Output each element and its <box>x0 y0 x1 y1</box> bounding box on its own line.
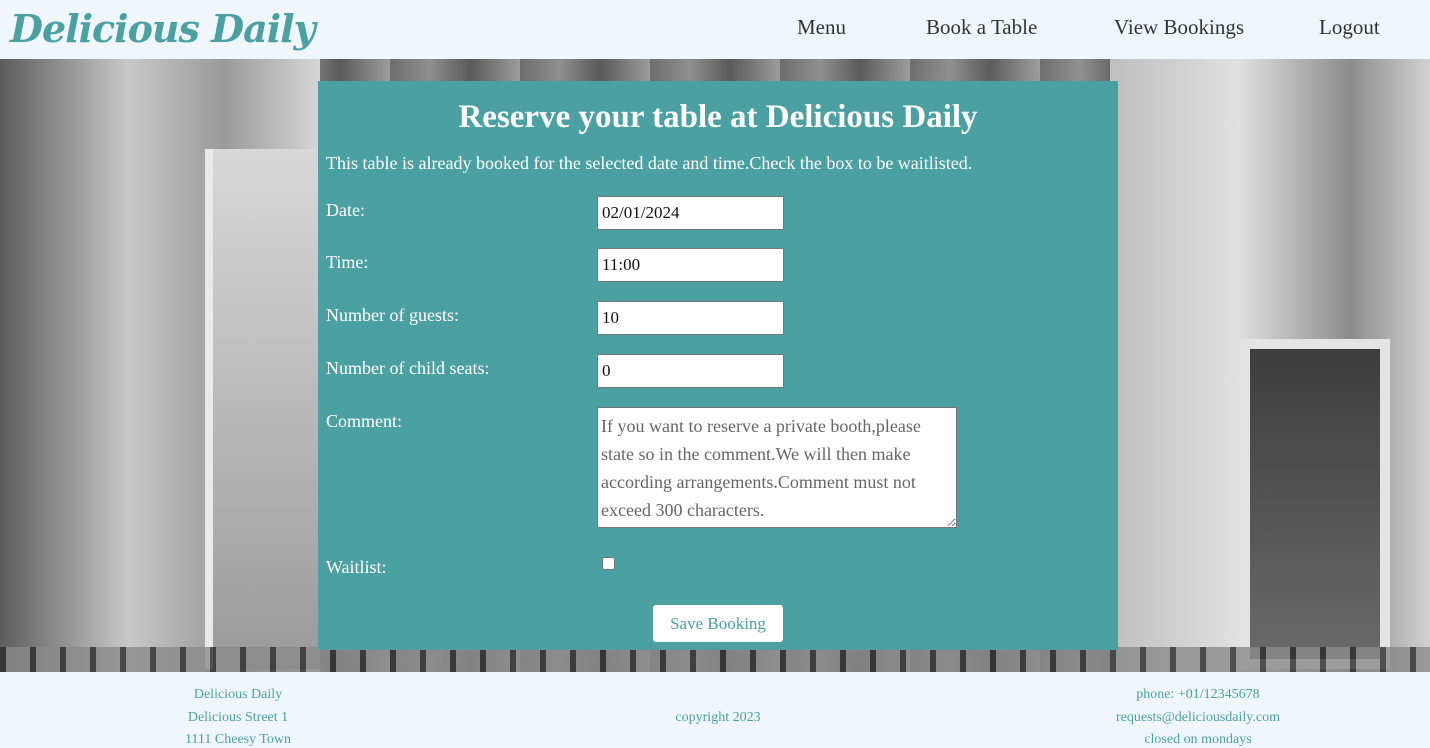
footer-address-name: Delicious Daily <box>193 687 283 702</box>
footer-phone: phone: +01/12345678 <box>1136 687 1260 702</box>
date-label: Date: <box>326 200 365 220</box>
footer-contact: phone: +01/12345678 requests@deliciousda… <box>1078 684 1318 748</box>
waitlist-checkbox[interactable] <box>602 557 615 570</box>
time-label: Time: <box>326 252 369 272</box>
site-footer: Delicious Daily Delicious Street 1 1111 … <box>0 672 1430 748</box>
main-nav: Menu Book a Table View Bookings Logout <box>0 15 1430 45</box>
footer-copyright: copyright 2023 <box>618 707 818 730</box>
form-title: Reserve your table at Delicious Daily <box>458 99 978 135</box>
nav-view-bookings-link[interactable]: View Bookings <box>1114 15 1244 40</box>
guests-input[interactable] <box>597 301 784 335</box>
footer-hours: closed on mondays <box>1144 732 1252 747</box>
child-seats-input[interactable] <box>597 354 784 388</box>
background-furniture <box>0 647 1430 672</box>
footer-address-town: 1111 Cheesy Town <box>184 732 292 747</box>
nav-logout-link[interactable]: Logout <box>1319 15 1380 40</box>
date-input[interactable] <box>597 196 784 230</box>
booking-notice: This table is already booked for the sel… <box>326 153 973 173</box>
waitlist-label: Waitlist: <box>326 557 387 577</box>
comment-textarea[interactable] <box>597 407 957 528</box>
nav-menu-link[interactable]: Menu <box>797 15 846 40</box>
child-seats-label: Number of child seats: <box>326 358 490 378</box>
footer-email[interactable]: requests@deliciousdaily.com <box>1078 707 1318 730</box>
footer-address: Delicious Daily Delicious Street 1 1111 … <box>138 684 338 748</box>
copyright-text: copyright 2023 <box>675 710 761 725</box>
site-header: Delicious Daily Menu Book a Table View B… <box>0 0 1430 59</box>
comment-label: Comment: <box>326 411 402 431</box>
background-window-right <box>1240 339 1390 669</box>
time-input[interactable] <box>597 248 784 282</box>
save-booking-button[interactable]: Save Booking <box>653 605 783 642</box>
nav-book-table-link[interactable]: Book a Table <box>926 15 1037 40</box>
footer-address-street: Delicious Street 1 <box>187 709 289 725</box>
guests-label: Number of guests: <box>326 305 459 325</box>
background-window-left <box>205 149 320 669</box>
booking-form: Reserve your table at Delicious Daily Th… <box>318 81 1118 650</box>
